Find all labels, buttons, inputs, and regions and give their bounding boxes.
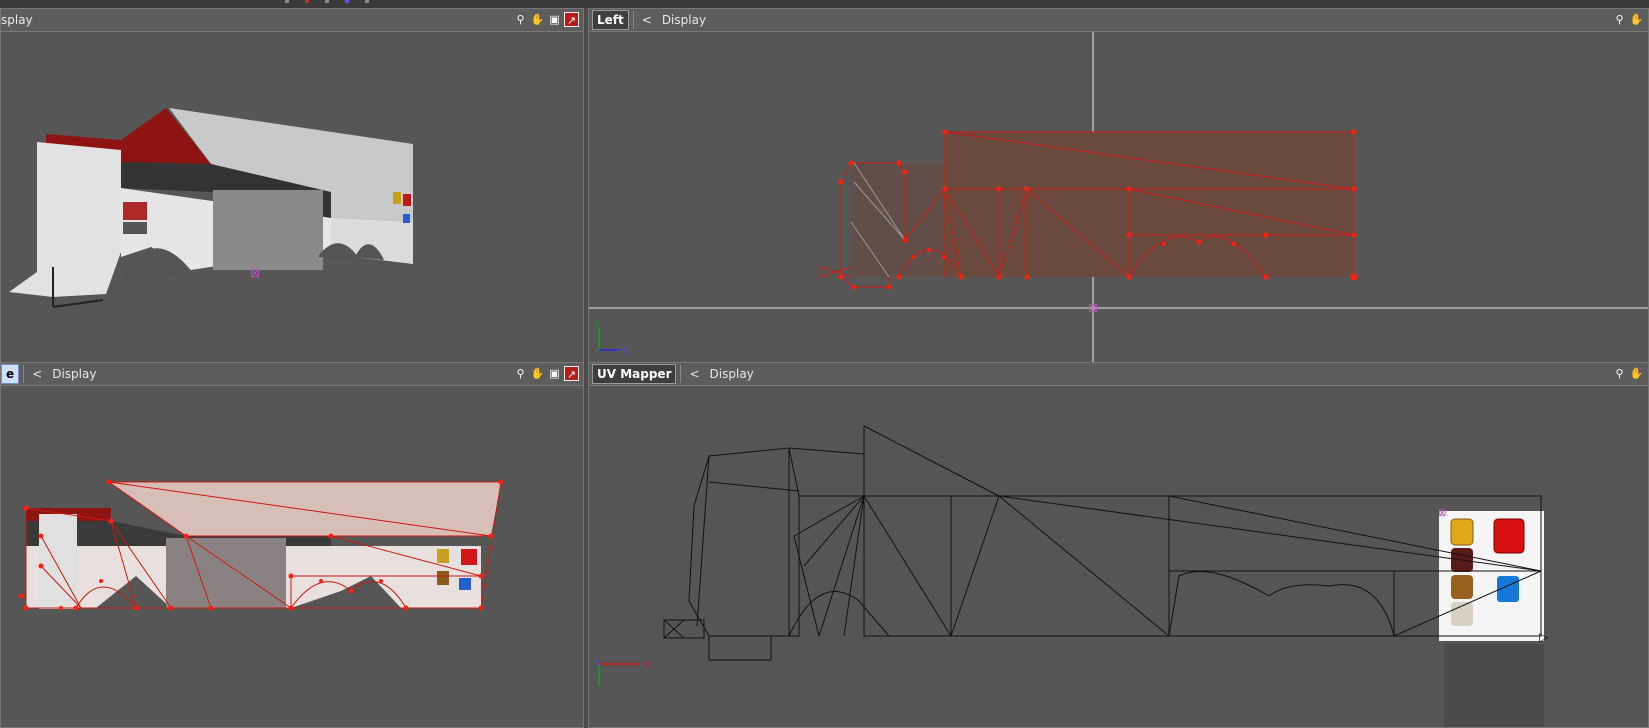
uv-texture-sheet: ⊠: [1438, 508, 1544, 727]
axis-y-label: y: [595, 319, 601, 329]
hand-icon[interactable]: ✋: [1629, 366, 1644, 381]
viewport-uv-mapper[interactable]: UV Mapper < Display ⚲ ✋ ⊠ z x ▷: [588, 362, 1649, 728]
separator: [680, 365, 682, 383]
viewport-header: UV Mapper < Display ⚲ ✋: [589, 363, 1648, 386]
viewport-tools: ⚲ ✋: [1612, 366, 1644, 381]
display-menu[interactable]: splay: [1, 13, 33, 27]
viewport-tools: ⚲ ✋: [1612, 12, 1644, 27]
axis-z-label: z: [622, 346, 627, 356]
textured-wire-model: [18, 479, 504, 611]
viewport-perspective[interactable]: splay ⚲ ✋ ▣ ↗ ⊠: [0, 8, 584, 364]
svg-text:⊠: ⊠: [250, 266, 260, 280]
textured-model: ⊠: [9, 108, 413, 308]
viewport-canvas[interactable]: [1, 386, 584, 728]
viewport-canvas[interactable]: ⊠: [1, 32, 584, 364]
viewport-tools: ⚲ ✋ ▣ ↗: [513, 366, 579, 381]
back-arrow[interactable]: <: [32, 367, 42, 381]
frame-icon[interactable]: ▣: [547, 12, 562, 27]
viewport-title[interactable]: Left: [592, 10, 629, 30]
search-icon[interactable]: ⚲: [513, 366, 528, 381]
wireframe-model-left: [820, 131, 1355, 288]
maximize-icon[interactable]: ↗: [564, 366, 579, 381]
pivot-marker: ⊠: [1088, 301, 1098, 315]
viewport-canvas[interactable]: ⊠ y z: [589, 32, 1649, 364]
axis-z-label: z: [595, 658, 600, 668]
frame-icon[interactable]: ▣: [547, 366, 562, 381]
viewport-header: splay ⚲ ✋ ▣ ↗: [1, 9, 583, 32]
uv-canvas[interactable]: ⊠ z x ▷: [589, 386, 1649, 728]
axis-gizmo: y z: [595, 319, 627, 356]
display-menu[interactable]: < Display: [642, 13, 706, 27]
display-label: Display: [661, 13, 707, 27]
viewport-header: e < Display ⚲ ✋ ▣ ↗: [1, 363, 583, 386]
display-label: Display: [52, 367, 97, 381]
hand-icon[interactable]: ✋: [1629, 12, 1644, 27]
toolbar-icons: [285, 0, 369, 3]
search-icon[interactable]: ⚲: [513, 12, 528, 27]
separator: [632, 11, 634, 29]
separator: [23, 365, 25, 383]
back-arrow[interactable]: <: [642, 13, 652, 27]
back-arrow[interactable]: <: [689, 367, 699, 381]
display-label: Display: [709, 367, 754, 381]
axis-x-label: x: [645, 660, 651, 670]
viewport-bottom-left[interactable]: e < Display ⚲ ✋ ▣ ↗: [0, 362, 584, 728]
viewport-left[interactable]: Left < Display ⚲ ✋ ⊠ y z: [588, 8, 1649, 364]
top-toolbar-strip: [0, 0, 1649, 8]
maximize-icon[interactable]: ↗: [564, 12, 579, 27]
viewport-header: Left < Display ⚲ ✋: [589, 9, 1648, 32]
viewport-tools: ⚲ ✋ ▣ ↗: [513, 12, 579, 27]
search-icon[interactable]: ⚲: [1612, 366, 1627, 381]
cursor-pointer: ▷: [1539, 630, 1549, 644]
display-menu[interactable]: < Display: [32, 367, 96, 381]
viewport-title[interactable]: e: [1, 364, 20, 384]
svg-text:⊠: ⊠: [1438, 508, 1446, 519]
hand-icon[interactable]: ✋: [530, 12, 545, 27]
viewport-title[interactable]: UV Mapper: [592, 364, 677, 384]
hand-icon[interactable]: ✋: [530, 366, 545, 381]
search-icon[interactable]: ⚲: [1612, 12, 1627, 27]
display-menu[interactable]: < Display: [689, 367, 753, 381]
